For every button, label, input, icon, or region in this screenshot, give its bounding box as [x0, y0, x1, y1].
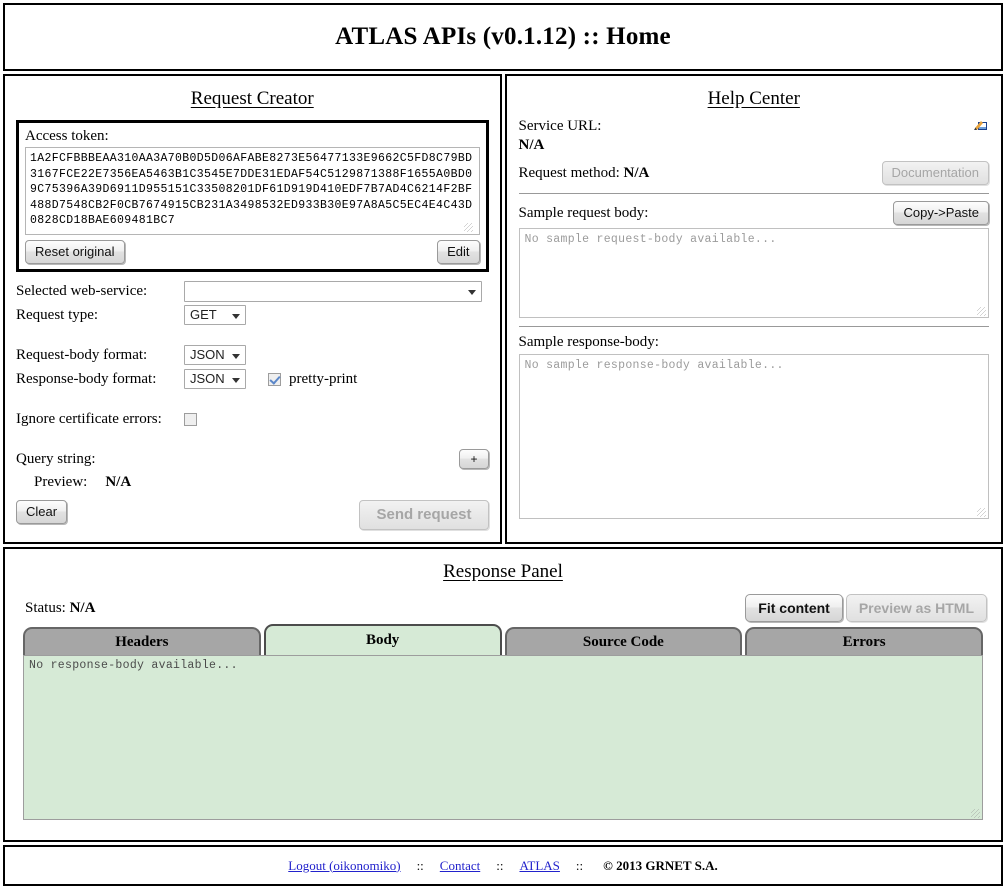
tab-source-code[interactable]: Source Code	[504, 627, 743, 655]
fit-content-button[interactable]: Fit content	[745, 594, 843, 622]
response-body-placeholder: No response-body available...	[29, 659, 238, 672]
copy-paste-button[interactable]: Copy->Paste	[893, 201, 989, 225]
response-body-textarea[interactable]: No response-body available...	[23, 655, 983, 820]
sample-request-header: Sample request body: Copy->Paste	[518, 201, 989, 225]
service-url-label: Service URL:	[518, 118, 602, 134]
response-body-format-select[interactable]: JSON	[184, 369, 246, 389]
help-center-panel: Help Center Service URL: N/A Request met…	[504, 74, 1003, 544]
request-method-label: Request method:	[518, 164, 620, 181]
help-divider	[518, 193, 989, 194]
request-type-row: Request type: GET	[16, 304, 489, 326]
request-body-format-label: Request-body format:	[16, 346, 148, 363]
footer: Logout (oikonomiko) :: Contact :: ATLAS …	[288, 858, 717, 874]
edit-token-button[interactable]: Edit	[437, 240, 480, 264]
ignore-cert-row: Ignore certificate errors:	[16, 408, 489, 430]
footer-separator-1: ::	[416, 857, 424, 873]
sample-request-label: Sample request body:	[518, 204, 649, 221]
sample-response-placeholder: No sample response-body available...	[524, 359, 784, 372]
status-badge: N/A	[69, 599, 96, 616]
status-label: Status:	[25, 599, 66, 616]
help-divider-2	[518, 326, 989, 327]
status-group: Status: N/A	[25, 600, 95, 617]
request-actions: Clear Send request	[5, 494, 500, 530]
response-panel-title-text: Response Panel	[443, 561, 563, 582]
sample-response-resize-grip[interactable]	[977, 508, 986, 517]
request-body-format-row: Request-body format: JSON	[16, 344, 489, 366]
access-token-box: Access token: 1A2FCFBBBEAA310AA3A70B0D5D…	[16, 120, 489, 272]
help-center-title: Help Center	[507, 76, 1002, 118]
response-action-buttons: Fit content Preview as HTML	[745, 594, 987, 622]
help-center-body: Service URL: N/A Request method: N/A Doc…	[507, 118, 1002, 519]
add-query-param-button[interactable]: +	[459, 449, 489, 469]
sample-response-label: Sample response-body:	[518, 334, 659, 350]
preview-as-html-button[interactable]: Preview as HTML	[845, 594, 987, 622]
ignore-cert-label: Ignore certificate errors:	[16, 410, 162, 427]
documentation-button[interactable]: Documentation	[881, 161, 989, 185]
sample-request-resize-grip[interactable]	[977, 307, 986, 316]
copyright-text: © 2013 GRNET S.A.	[603, 857, 718, 873]
response-tabs: Headers Body Source Code Errors	[5, 624, 1001, 655]
sample-response-body-textarea[interactable]: No sample response-body available...	[518, 354, 989, 519]
selected-webservice-row: Selected web-service:	[16, 280, 489, 302]
service-url-value: N/A	[518, 137, 545, 153]
query-string-label: Query string:	[16, 450, 96, 467]
tab-errors[interactable]: Errors	[745, 627, 983, 655]
tab-body[interactable]: Body	[263, 624, 502, 655]
query-preview-label: Preview:	[34, 473, 88, 490]
request-method-value: N/A	[623, 164, 650, 181]
logout-link[interactable]: Logout (oikonomiko)	[288, 858, 400, 874]
pretty-print-label: pretty-print	[289, 370, 358, 387]
request-method-row: Request method: N/A Documentation	[519, 161, 989, 185]
response-body-format-label: Response-body format:	[16, 370, 157, 387]
sample-response-header: Sample response-body:	[519, 334, 990, 351]
request-creator-panel: Request Creator Access token: 1A2FCFBBBE…	[3, 74, 502, 544]
access-token-input[interactable]: 1A2FCFBBBEAA310AA3A70B0D5D06AFABE8273E56…	[25, 147, 480, 235]
access-token-buttons: Reset original Edit	[25, 235, 480, 264]
response-body-resize-grip[interactable]	[971, 809, 980, 818]
send-request-button[interactable]: Send request	[359, 500, 489, 530]
clear-button[interactable]: Clear	[16, 500, 68, 524]
request-creator-title-text: Request Creator	[190, 88, 314, 109]
edit-pencil-icon[interactable]	[973, 118, 989, 132]
service-url-row: Service URL:	[519, 118, 990, 135]
response-panel: Response Panel Status: N/A Fit content P…	[3, 547, 1003, 842]
footer-separator-2: ::	[496, 857, 504, 873]
ignore-cert-checkbox[interactable]	[184, 412, 197, 426]
selected-webservice-label: Selected web-service:	[16, 282, 148, 299]
reset-original-button[interactable]: Reset original	[25, 240, 125, 264]
app-root: ATLAS APIs (v0.1.12) :: Home Request Cre…	[0, 3, 1006, 888]
tab-headers[interactable]: Headers	[23, 627, 261, 655]
response-status-row: Status: N/A Fit content Preview as HTML	[5, 591, 1001, 625]
app-header: ATLAS APIs (v0.1.12) :: Home	[3, 3, 1003, 71]
request-type-select[interactable]: GET	[184, 305, 246, 325]
pretty-print-checkbox[interactable]	[268, 372, 281, 386]
atlas-link[interactable]: ATLAS	[519, 858, 559, 874]
request-form: Selected web-service: Request type: GET …	[5, 272, 500, 494]
request-body-format-select[interactable]: JSON	[184, 345, 246, 365]
sample-request-placeholder: No sample request-body available...	[524, 233, 777, 246]
help-center-title-text: Help Center	[707, 88, 800, 109]
sample-request-body-textarea[interactable]: No sample request-body available...	[518, 228, 989, 318]
page-title: ATLAS APIs (v0.1.12) :: Home	[335, 23, 671, 50]
response-body-format-row: Response-body format: JSON pretty-print	[16, 368, 489, 390]
footer-separator-3: ::	[575, 857, 584, 873]
selected-webservice-select[interactable]	[184, 280, 482, 302]
request-creator-title: Request Creator	[5, 76, 500, 118]
upper-panels: Request Creator Access token: 1A2FCFBBBE…	[3, 74, 1003, 544]
request-method-group: Request method: N/A	[519, 165, 650, 182]
query-string-row: Query string: +	[16, 448, 489, 470]
contact-link[interactable]: Contact	[440, 858, 480, 874]
query-preview-value: N/A	[105, 473, 132, 490]
query-preview-row: Preview: N/A	[16, 470, 489, 494]
response-panel-title: Response Panel	[5, 549, 1001, 591]
request-type-label: Request type:	[16, 306, 99, 323]
footer-bar: Logout (oikonomiko) :: Contact :: ATLAS …	[3, 845, 1003, 886]
access-token-label: Access token:	[25, 128, 109, 144]
